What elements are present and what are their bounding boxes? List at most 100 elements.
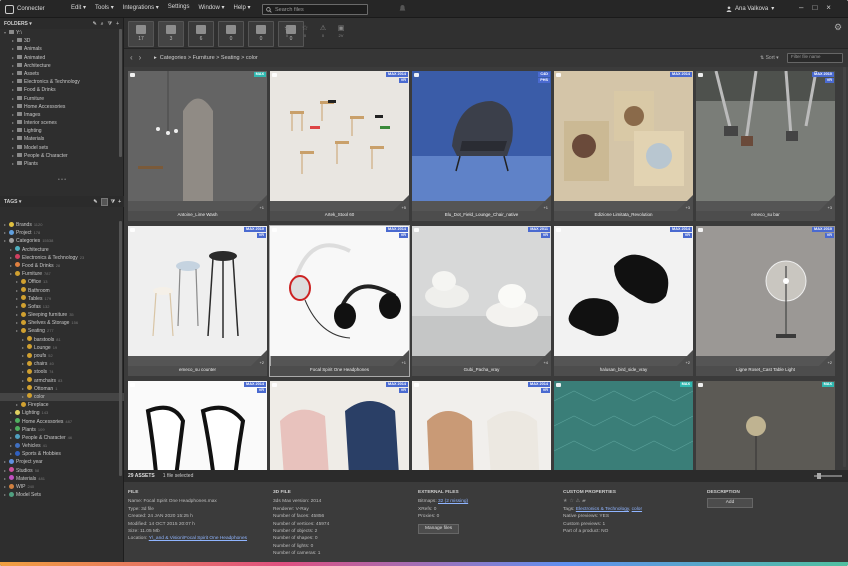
preview-count[interactable]: +2 [259,360,264,365]
tag-item[interactable]: ▸ color [0,392,124,402]
tag-item[interactable]: ▸ Lounge 19 [0,344,124,352]
tag-item[interactable]: ▸ Food & Drinks 28 [0,262,124,270]
bitmaps-link[interactable]: 32 (2 missing) [438,499,468,504]
menu-item[interactable]: Integrations ▾ [123,4,159,11]
tag-item[interactable]: ▸ armchairs 83 [0,377,124,385]
filter-image-button[interactable]: 3 [158,21,184,47]
asset-thumbnail[interactable] [554,381,693,470]
tag-item[interactable]: ▸ People & Character 46 [0,434,124,442]
folder-item[interactable]: ▸ Images [0,111,124,119]
menu-item[interactable]: Edit ▾ [71,4,86,11]
tag-item[interactable]: ▸ Electronics & Technology 23 [0,254,124,262]
menu-item[interactable]: Tools ▾ [95,4,114,11]
add-description-button[interactable]: Add [707,498,753,509]
folder-item[interactable]: ▸ Materials [0,135,124,143]
asset-thumbnail[interactable] [128,71,267,201]
folder-item[interactable]: ▸ Animated [0,54,124,62]
folder-scrollbar[interactable] [119,29,122,157]
tag-icon[interactable] [698,228,703,232]
tag-item[interactable]: ▸ Materials 481 [0,475,124,483]
tag-item[interactable]: ▸ Project 178 [0,229,124,237]
tag-icon[interactable] [272,228,277,232]
folder-item[interactable]: ▸ Interior scenes [0,119,124,127]
tag-item[interactable]: ▸ barstools 81 [0,336,124,344]
gear-icon[interactable]: ⚙ [834,22,844,32]
pin-icon[interactable]: ✎ [93,21,97,27]
search-box[interactable] [262,4,368,15]
quick-filter-button[interactable]: ☆ 0 [300,25,310,38]
tag-item[interactable]: ▸ chairs 40 [0,360,124,368]
edit-icon[interactable]: ✎ [93,199,97,205]
tag-icon[interactable] [414,73,419,77]
preview-count[interactable]: +2 [685,360,690,365]
tag-item[interactable]: ▸ Fireplace [0,401,124,409]
tag-item[interactable]: ▸ Furniture 787 [0,270,124,278]
tag-item[interactable]: ▸ Vehicles 41 [0,442,124,450]
search-input[interactable] [275,6,365,13]
folder-item[interactable]: ▸ Home Accessories [0,103,124,111]
tag-item[interactable]: ▸ Home Accessories 487 [0,418,124,426]
tag-item[interactable]: ▸ Shelves & Storage 156 [0,319,124,327]
asset-card[interactable]: MAX 2014 VR +2 halusan_bird_side_vray [554,226,693,376]
tag-icon[interactable] [698,73,703,77]
grid-scrollbar[interactable] [843,67,846,467]
filter-file-input[interactable] [788,54,842,59]
folder-item[interactable]: ▸ Electronics & Technology [0,78,124,86]
preview-count[interactable]: +2 [827,360,832,365]
asset-thumbnail[interactable] [270,226,409,356]
tags-title[interactable]: TAGS ▾ [4,199,21,205]
tag-icon[interactable] [130,73,135,77]
tag-item[interactable]: ▸ Model Sets [0,491,124,499]
preview-count[interactable]: +3 [827,205,832,210]
asset-thumbnail[interactable] [128,226,267,356]
filter-document-button[interactable]: 0 [218,21,244,47]
panel-splitter[interactable]: • • • [0,178,124,183]
tag-icon[interactable] [556,73,561,77]
preview-count[interactable]: +1 [259,205,264,210]
quick-filter-button[interactable]: ⚠ 0 [318,25,328,38]
tag-item[interactable]: ▸ Seating 277 [0,327,124,335]
asset-card[interactable]: MAX 2014 VR [412,381,551,470]
tag-item[interactable]: ▸ Brands 1120 [0,221,124,229]
search-icon[interactable]: ⌕ [101,21,104,27]
asset-thumbnail[interactable] [270,381,409,470]
minimize-icon[interactable]: – [799,3,803,13]
folder-item[interactable]: ▸ Model sets [0,144,124,152]
search-toggle[interactable] [100,197,108,206]
tag-item[interactable]: ▸ Sofas 132 [0,303,124,311]
preview-count[interactable]: +3 [685,205,690,210]
asset-thumbnail[interactable] [270,71,409,201]
folder-item[interactable]: ▾ Y:\ [0,29,124,37]
filter-3d-file-button[interactable]: 17 [128,21,154,47]
asset-thumbnail[interactable] [412,381,551,470]
menu-item[interactable]: Help ▾ [233,4,250,11]
tag-item[interactable]: ▸ Categories 15538 [0,237,124,245]
preview-count[interactable]: +1 [401,360,406,365]
thumbnail-size-slider[interactable] [814,473,842,479]
tag-item[interactable]: ▸ stools 74 [0,368,124,376]
tag-item[interactable]: ▸ Studios 58 [0,467,124,475]
tag-icon[interactable] [556,228,561,232]
asset-card[interactable]: MAX 2014 VR +1 Focal Spirit One Headphones [269,225,410,377]
tag-icon[interactable] [272,73,277,77]
filter-icon[interactable]: ⧩ [111,199,115,205]
tag-icon[interactable]: ▰ [582,499,588,504]
add-icon[interactable]: + [116,21,119,27]
asset-card[interactable]: MAX 2014 VR [128,381,267,470]
preview-count[interactable]: +4 [543,360,548,365]
preview-count[interactable]: +1 [543,205,548,210]
asset-thumbnail[interactable] [554,226,693,356]
asset-card[interactable]: MAX +1 Antoine_Lime Wash [128,71,267,221]
asset-thumbnail[interactable] [554,71,693,201]
filter-field[interactable] [787,53,843,63]
asset-card[interactable]: MAX 2014 +3 Edizione Limitata_Revolution [554,71,693,221]
tag-item[interactable]: ▸ WIP 240 [0,483,124,491]
tag-link-electronics[interactable]: Electronics & Technology [576,507,629,512]
location-link[interactable]: Y\_and & Vision\Focal Spirit One Headpho… [149,536,247,541]
folder-item[interactable]: ▸ 3D [0,37,124,45]
tag-item[interactable]: ▸ Office 13 [0,278,124,286]
quick-filter-button[interactable]: ▣ 2V [336,25,346,38]
asset-thumbnail[interactable] [128,381,267,470]
tag-item[interactable]: ▸ Sports & Hobbies [0,450,124,458]
menu-item[interactable]: Window ▾ [198,4,224,11]
